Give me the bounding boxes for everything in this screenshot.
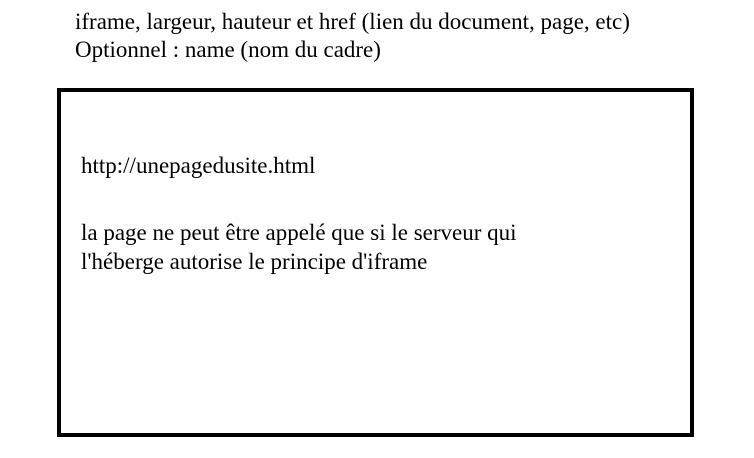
iframe-note: la page ne peut être appelé que si le se…	[81, 218, 517, 276]
header-line-optional: Optionnel : name (nom du cadre)	[75, 37, 381, 62]
iframe-url: http://unepagedusite.html	[81, 153, 316, 178]
iframe-frame[interactable]: http://unepagedusite.html la page ne peu…	[57, 88, 694, 437]
iframe-note-line-1: la page ne peut être appelé que si le se…	[81, 220, 517, 245]
iframe-note-line-2: l'héberge autorise le principe d'iframe	[81, 249, 428, 274]
header-line-attributes: iframe, largeur, hauteur et href (lien d…	[75, 9, 630, 34]
header-description: iframe, largeur, hauteur et href (lien d…	[75, 8, 630, 64]
